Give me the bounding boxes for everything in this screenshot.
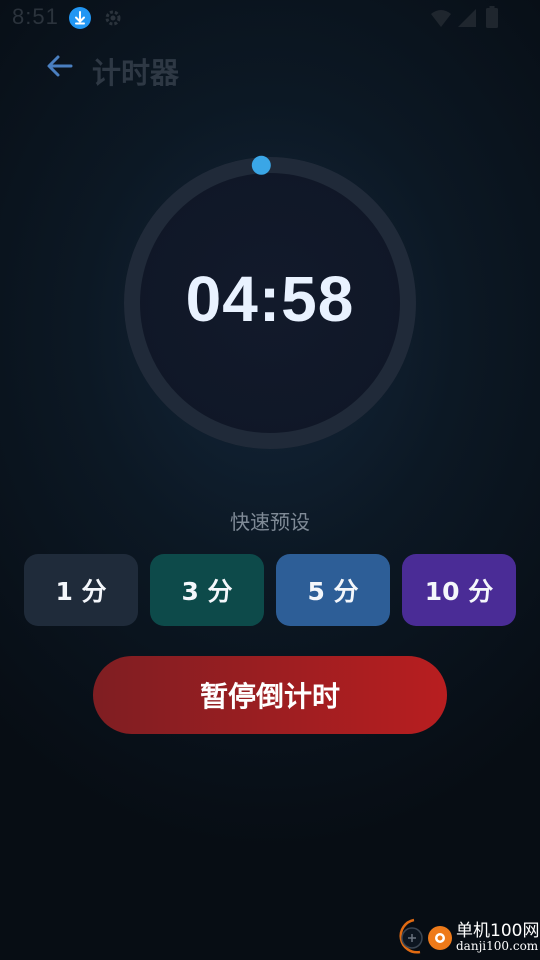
preset-label: 快速预设 (230, 510, 310, 534)
watermark-brand: 单机100网 (456, 921, 540, 941)
preset-5-minute-button[interactable]: 5 分 (276, 554, 390, 626)
preset-10-minute-button[interactable]: 10 分 (402, 554, 516, 626)
pause-countdown-button[interactable]: 暂停倒计时 (93, 656, 447, 734)
watermark-logo-icon (399, 918, 452, 954)
status-bar: 8:51 (0, 0, 540, 36)
settings-icon (103, 8, 123, 28)
countdown-display: 04:58 (185, 263, 355, 335)
preset-1-minute-button[interactable]: 1 分 (24, 554, 138, 626)
preset-3-minute-button[interactable]: 3 分 (150, 554, 264, 626)
watermark-url: danji100.com (456, 939, 539, 953)
battery-icon (486, 6, 498, 28)
watermark: 单机100网 danji100.com (388, 912, 540, 960)
page-title: 计时器 (92, 56, 180, 90)
back-button[interactable] (40, 48, 80, 88)
timer-progress-indicator (251, 155, 271, 175)
status-time: 8:51 (12, 4, 59, 29)
download-icon (69, 7, 91, 29)
signal-icon (457, 8, 477, 28)
wifi-icon (430, 8, 452, 28)
arrow-left-icon (47, 55, 73, 77)
